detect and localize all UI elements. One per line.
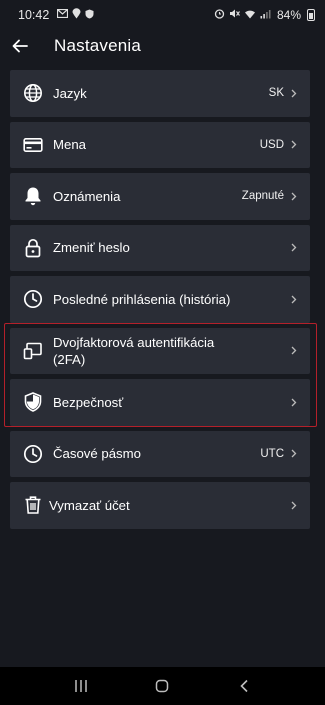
status-time: 10:42 — [18, 8, 50, 22]
settings-item-language[interactable]: Jazyk SK — [10, 70, 310, 117]
settings-item-value: UTC — [260, 447, 284, 460]
system-nav-bar — [0, 667, 325, 705]
chevron-right-icon — [290, 295, 298, 304]
chevron-right-icon — [290, 89, 298, 98]
settings-item-label: Časové pásmo — [53, 446, 141, 462]
signal-icon — [260, 9, 271, 22]
shield-icon — [22, 391, 44, 413]
recent-apps-button[interactable] — [61, 671, 101, 701]
settings-item-label: Bezpečnosť — [53, 394, 124, 410]
settings-item-value: SK — [268, 87, 284, 100]
settings-item-change-password[interactable]: Zmeniť heslo — [10, 224, 310, 271]
chevron-right-icon — [290, 449, 298, 458]
arrow-left-icon — [12, 39, 28, 53]
settings-item-security[interactable]: Bezpečnosť — [10, 379, 310, 426]
settings-item-currency[interactable]: Mena USD — [10, 121, 310, 168]
settings-item-value: USD — [259, 138, 284, 151]
wifi-icon — [244, 9, 256, 22]
clock-icon — [22, 288, 44, 310]
mute-icon — [229, 8, 240, 22]
battery-icon — [307, 9, 315, 21]
chevron-left-icon — [240, 679, 248, 693]
battery-percent: 84% — [276, 8, 301, 22]
settings-item-label: Posledné prihlásenia (história) — [53, 291, 231, 307]
location-icon — [72, 8, 81, 22]
chevron-right-icon — [290, 501, 298, 510]
recent-apps-icon — [75, 680, 87, 692]
chevron-right-icon — [290, 140, 298, 149]
two-devices-icon — [22, 340, 44, 362]
alarm-icon — [214, 8, 225, 22]
credit-card-icon — [22, 134, 44, 156]
lock-icon — [22, 237, 44, 259]
chevron-right-icon — [290, 346, 298, 355]
chevron-right-icon — [290, 243, 298, 252]
settings-item-label: Dvojfaktorová autentifikácia (2FA) — [53, 334, 215, 367]
settings-item-timezone[interactable]: Časové pásmo UTC — [10, 430, 310, 477]
back-button[interactable] — [2, 30, 38, 62]
globe-icon — [22, 82, 44, 104]
settings-item-delete-account[interactable]: Vymazať účet — [10, 482, 310, 529]
page-title: Nastavenia — [54, 36, 142, 55]
settings-item-label: Zmeniť heslo — [53, 240, 130, 256]
settings-item-label: Oznámenia — [53, 188, 121, 204]
gmail-icon — [57, 8, 69, 21]
settings-item-label: Mena — [53, 137, 86, 153]
settings-item-notifications[interactable]: Oznámenia Zapnuté — [10, 173, 310, 220]
clock-icon — [22, 443, 44, 465]
settings-list: Jazyk SK Mena USD Oznámenia Zapnuté Zmen… — [10, 70, 310, 529]
home-button[interactable] — [142, 671, 182, 701]
settings-item-two-factor[interactable]: Dvojfaktorová autentifikácia (2FA) — [10, 327, 310, 374]
app-header: Nastavenia — [0, 30, 325, 62]
status-bar: 10:42 84% — [0, 0, 325, 30]
chevron-right-icon — [290, 398, 298, 407]
nav-back-button[interactable] — [224, 671, 264, 701]
status-left: 10:42 — [18, 8, 94, 22]
settings-item-label: Vymazať účet — [49, 497, 130, 513]
status-right: 84% — [214, 8, 315, 22]
bell-icon — [22, 185, 44, 207]
chevron-right-icon — [290, 192, 298, 201]
settings-item-value: Zapnuté — [241, 190, 284, 203]
trash-icon — [22, 494, 44, 516]
settings-item-login-history[interactable]: Posledné prihlásenia (história) — [10, 276, 310, 323]
home-icon — [156, 679, 169, 693]
shield-status-icon — [85, 9, 94, 22]
settings-item-label: Jazyk — [53, 85, 87, 101]
